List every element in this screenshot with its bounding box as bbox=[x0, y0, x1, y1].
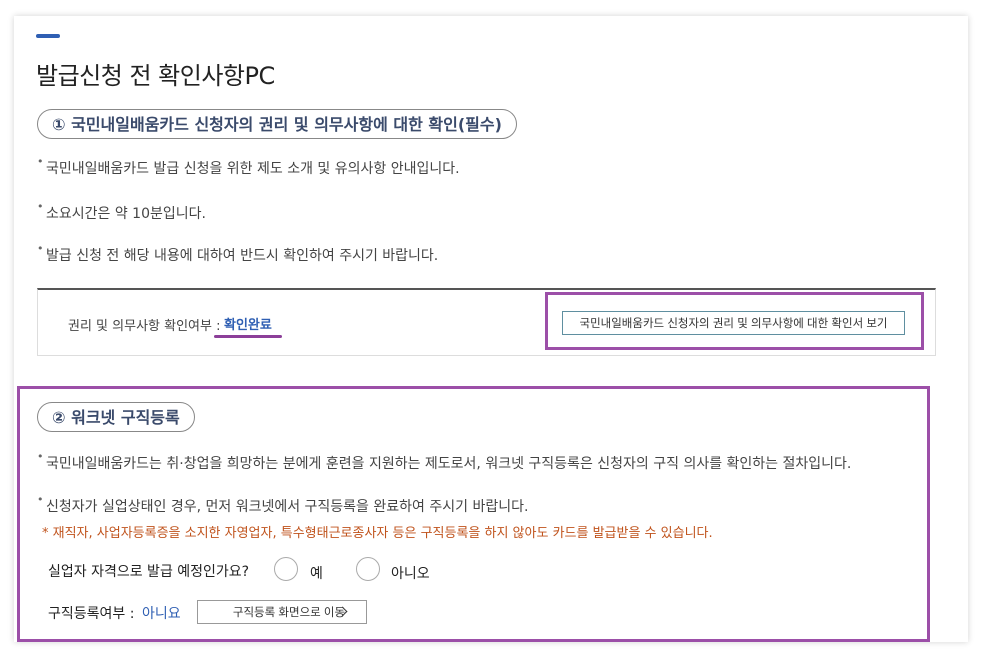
highlight-section2 bbox=[17, 386, 930, 642]
confirm-status: 확인완료 bbox=[224, 318, 272, 333]
highlight-view-button bbox=[545, 292, 924, 350]
page-title: 발급신청 전 확인사항PC bbox=[36, 62, 275, 90]
section1-bullet-3: 발급 신청 전 해당 내용에 대하여 반드시 확인하여 주시기 바랍니다. bbox=[37, 242, 438, 265]
title-accent-bar bbox=[36, 34, 60, 38]
section1-bullet-2: 소요시간은 약 10분입니다. bbox=[37, 200, 206, 223]
confirm-label: 권리 및 의무사항 확인여부 : bbox=[68, 319, 221, 334]
confirm-status-underline bbox=[214, 335, 282, 338]
section1-bullet-1: 국민내일배움카드 발급 신청을 위한 제도 소개 및 유의사항 안내입니다. bbox=[37, 155, 460, 178]
section1-heading: ① 국민내일배움카드 신청자의 권리 및 의무사항에 대한 확인(필수) bbox=[37, 109, 517, 139]
